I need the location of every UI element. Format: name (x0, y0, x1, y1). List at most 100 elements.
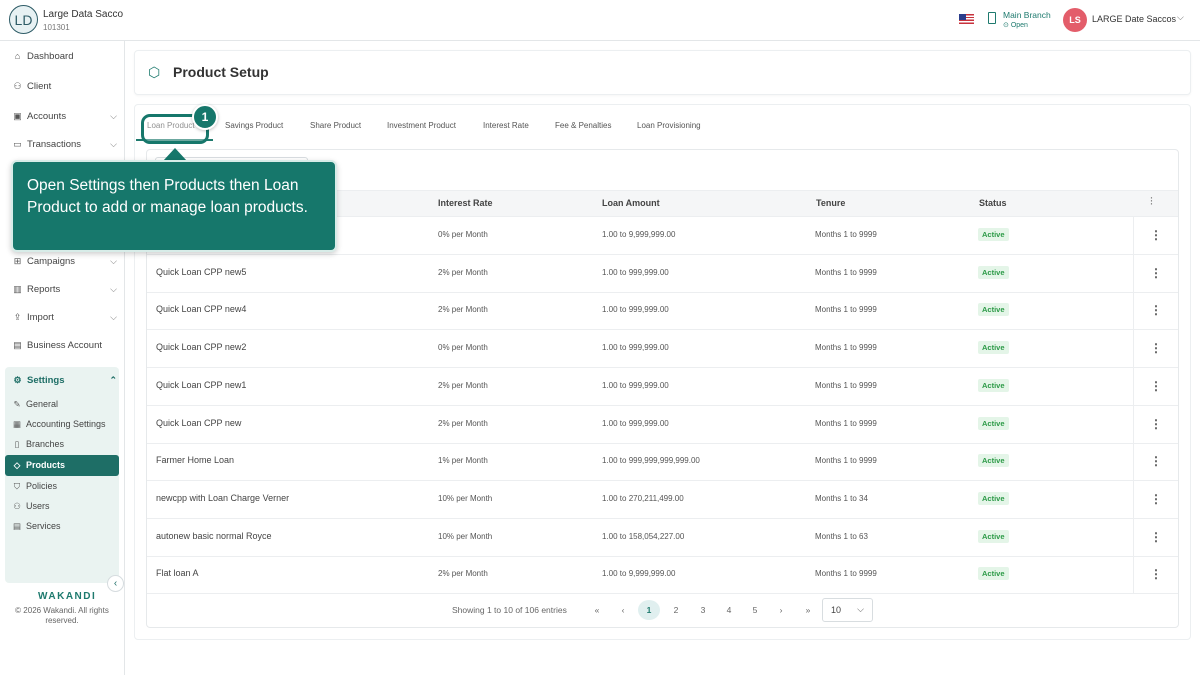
table-row[interactable]: Quick Loan CPP new5 2% per Month 1.00 to 9… (147, 255, 1178, 293)
more-actions-icon[interactable]: ⋮ (1150, 379, 1162, 393)
building-icon (988, 12, 996, 24)
more-actions-icon[interactable]: ⋮ (1150, 228, 1162, 242)
sidebar-sub-label: Accounting Settings (26, 419, 106, 429)
branch-status-text: Open (1010, 22, 1028, 29)
action-divider (1133, 443, 1134, 480)
table-row[interactable]: Flat loan A 2% per Month 1.00 to 9,999,999… (147, 556, 1178, 594)
table-row[interactable]: Farmer Home Loan 1% per Month 1.00 to 999,… (147, 443, 1178, 481)
branch-selector[interactable]: Main Branch (1003, 10, 1051, 20)
interest-rate-value: 0% per Month (438, 343, 488, 352)
sidebar-sub-general[interactable]: ✎ General (12, 396, 112, 412)
table-row[interactable]: newcpp with Loan Charge Verner 10% per Mo… (147, 481, 1178, 519)
user-avatar[interactable]: LS (1063, 8, 1087, 32)
sidebar-item-label: Import (27, 311, 54, 323)
chart-icon: ▥ (13, 283, 22, 294)
sidebar-sub-branches[interactable]: ▯ Branches (12, 436, 112, 452)
tab-savings-product[interactable]: Savings Product (225, 121, 283, 133)
page-2-button[interactable]: 2 (665, 600, 687, 620)
collapse-sidebar-button[interactable]: ‹ (107, 575, 124, 592)
sidebar-item-reports[interactable]: ▥ Reports ⌵ (12, 281, 117, 297)
sidebar-item-transactions[interactable]: ▭ Transactions ⌵ (12, 136, 117, 152)
loan-amount-value: 1.00 to 999,999.00 (602, 268, 669, 277)
chevron-down-icon: ⌵ (110, 110, 117, 121)
page-5-button[interactable]: 5 (744, 600, 766, 620)
prev-page-button[interactable]: ‹ (612, 600, 634, 620)
column-header-tenure[interactable]: Tenure (816, 198, 845, 208)
table-row[interactable]: Quick Loan CPP new4 2% per Month 1.00 to 9… (147, 292, 1178, 330)
users-icon: ⚇ (13, 500, 21, 511)
sidebar-sub-products[interactable]: ◇ Products (12, 457, 112, 473)
sidebar-sub-label: Products (26, 460, 66, 470)
more-actions-icon[interactable]: ⋮ (1150, 454, 1162, 468)
column-header-status[interactable]: Status (979, 198, 1007, 208)
home-icon: ⌂ (14, 51, 21, 61)
tab-interest-rate[interactable]: Interest Rate (483, 121, 529, 133)
status-badge: Active (978, 228, 1009, 241)
column-settings-icon[interactable]: ⫶ (1150, 196, 1153, 209)
tab-loan-provisioning[interactable]: Loan Provisioning (637, 121, 701, 133)
brand-logo: WAKANDI (38, 591, 97, 602)
column-header-loan-amount[interactable]: Loan Amount (602, 198, 660, 208)
more-actions-icon[interactable]: ⋮ (1150, 567, 1162, 581)
sidebar-item-import[interactable]: ⇪ Import ⌵ (12, 309, 117, 325)
sidebar-item-campaigns[interactable]: ⊞ Campaigns ⌵ (12, 253, 117, 269)
product-name: Quick Loan CPP new5 (156, 267, 247, 277)
sidebar-sub-accounting-settings[interactable]: ▦ Accounting Settings (12, 416, 112, 432)
last-page-button[interactable]: » (797, 600, 819, 620)
status-badge: Active (978, 492, 1009, 505)
sidebar-item-label: Business Account (27, 339, 102, 351)
page-4-button[interactable]: 4 (718, 600, 740, 620)
more-actions-icon[interactable]: ⋮ (1150, 266, 1162, 280)
table-row[interactable]: Quick Loan CPP new1 2% per Month 1.00 to 9… (147, 368, 1178, 406)
sidebar-sub-policies[interactable]: ⛉ Policies (12, 478, 112, 494)
shield-icon: ⛉ (13, 480, 21, 491)
tenure-value: Months 1 to 9999 (815, 343, 877, 352)
action-divider (1133, 368, 1134, 405)
page-size-select[interactable]: 10 ⌵ (822, 598, 873, 622)
pagination-summary: Showing 1 to 10 of 106 entries (452, 605, 567, 615)
more-actions-icon[interactable]: ⋮ (1150, 530, 1162, 544)
interest-rate-value: 10% per Month (438, 532, 493, 541)
loan-amount-value: 1.00 to 999,999.00 (602, 305, 669, 314)
page-1-button[interactable]: 1 (638, 600, 660, 620)
tab-investment-product[interactable]: Investment Product (387, 121, 456, 133)
sidebar-sub-label: Policies (26, 481, 58, 491)
sidebar-sub-users[interactable]: ⚇ Users (12, 498, 112, 514)
sidebar-item-label: Transactions (27, 138, 82, 150)
next-page-button[interactable]: › (770, 600, 792, 620)
table-row[interactable]: autonew basic normal Royce 10% per Month 1… (147, 519, 1178, 557)
more-actions-icon[interactable]: ⋮ (1150, 303, 1162, 317)
interest-rate-value: 2% per Month (438, 268, 488, 277)
sidebar-item-accounts[interactable]: ▣ Accounts ⌵ (12, 108, 117, 124)
sidebar-sub-label: Branches (26, 439, 65, 449)
more-actions-icon[interactable]: ⋮ (1150, 417, 1162, 431)
user-menu[interactable]: LARGE Date Saccos (1092, 14, 1176, 24)
sidebar-item-label: Accounts (27, 110, 67, 122)
chevron-up-icon: ⌃ (109, 374, 117, 385)
product-name: newcpp with Loan Charge Verner (156, 493, 290, 503)
column-header-interest-rate[interactable]: Interest Rate (438, 198, 493, 208)
tutorial-step-badge: 1 (192, 104, 218, 130)
sidebar-item-dashboard[interactable]: ⌂ Dashboard (12, 48, 117, 64)
tenure-value: Months 1 to 9999 (815, 456, 877, 465)
page-3-button[interactable]: 3 (692, 600, 714, 620)
us-flag-icon[interactable] (959, 14, 974, 24)
more-actions-icon[interactable]: ⋮ (1150, 492, 1162, 506)
sidebar-item-client[interactable]: ⚇ Client (12, 78, 117, 94)
tab-share-product[interactable]: Share Product (310, 121, 361, 133)
org-avatar[interactable]: LD (9, 5, 38, 34)
briefcase-icon: ▤ (13, 339, 22, 350)
interest-rate-value: 2% per Month (438, 381, 488, 390)
table-row[interactable]: Quick Loan CPP new 2% per Month 1.00 to 99… (147, 406, 1178, 444)
table-row[interactable]: Quick Loan CPP new2 0% per Month 1.00 to 9… (147, 330, 1178, 368)
more-actions-icon[interactable]: ⋮ (1150, 341, 1162, 355)
sidebar-item-business-account[interactable]: ▤ Business Account (12, 337, 117, 353)
tab-fee-penalties[interactable]: Fee & Penalties (555, 121, 611, 133)
sidebar-sub-services[interactable]: ▤ Services (12, 518, 112, 534)
grid-icon: ⊞ (13, 255, 22, 266)
chevron-down-icon[interactable]: ⌵ (1177, 12, 1184, 23)
loan-amount-value: 1.00 to 999,999.00 (602, 419, 669, 428)
first-page-button[interactable]: « (586, 600, 608, 620)
tenure-value: Months 1 to 34 (815, 494, 868, 503)
sidebar-item-settings[interactable]: ⚙ Settings ⌃ (12, 372, 117, 388)
